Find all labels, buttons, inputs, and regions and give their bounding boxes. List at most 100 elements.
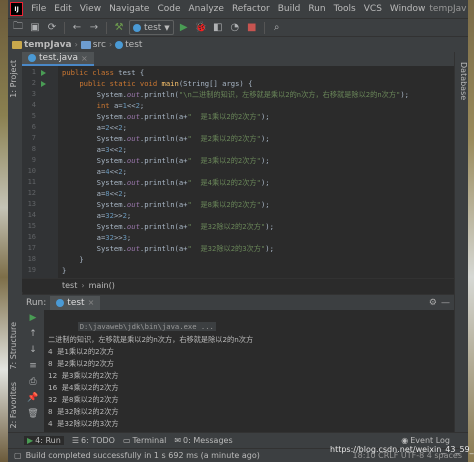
menu-run[interactable]: Run [304,4,329,14]
editor-gutter: 1 2 3 4 5 6 7 8 9 10 11 12 13 14 15 16 17 18 19 [22,66,58,278]
code-token: out [126,134,140,143]
console-line: 12 是3乘以2的2次方 [48,371,119,380]
line-number: 8 [31,145,36,153]
pin-icon[interactable]: 📌 [27,392,39,404]
status-message[interactable]: Build completed successfully in 1 s 692 … [26,451,260,460]
rerun-icon[interactable]: ▶ [27,312,39,324]
menu-vcs[interactable]: VCS [360,4,386,14]
debug-icon[interactable]: 🐞 [194,21,208,35]
minimize-icon[interactable]: — [441,298,450,308]
code-token: a= [62,211,106,220]
menu-tools[interactable]: Tools [330,4,360,14]
tab-project[interactable]: 1: Project [9,60,21,98]
code-token: " 是3乘以2的2次方" [187,156,261,165]
console-line: 32 是8乘以2的2次方 [48,395,119,404]
console-line: 4 是1乘以2的2次方 [48,347,114,356]
scroll-down-icon[interactable]: ↓ [27,344,39,356]
code-editor[interactable]: 1 2 3 4 5 6 7 8 9 10 11 12 13 14 15 16 17 18 19 public cla… [22,66,454,278]
code-line: public static void main(String[] args) { [62,79,252,88]
build-status-icon: ▢ [14,451,22,460]
java-class-icon [115,40,124,49]
menu-code[interactable]: Code [153,4,184,14]
breadcrumb-project[interactable]: tempJava [12,40,72,50]
terminal-icon: ▭ [122,436,131,445]
intellij-logo-icon[interactable]: IJ [10,2,24,16]
editor-tab-test-java[interactable]: test.java × [22,52,94,66]
run-gutter-icon[interactable] [41,81,46,87]
scroll-up-icon[interactable]: ↑ [27,328,39,340]
menu-view[interactable]: View [76,4,105,14]
code-token: ; [122,167,127,176]
menu-build[interactable]: Build [274,4,305,14]
menu-edit[interactable]: Edit [50,4,75,14]
menu-window[interactable]: Window [386,4,430,14]
editor-crumb-class[interactable]: test [62,281,77,290]
toolbar-divider [64,21,65,34]
code-line: a=32>>2; [62,211,132,220]
code-token: "\n二进制的知识，左移就是乘以2的n次方，右移就是除以2的n次方" [178,90,401,99]
code-token: System. [62,90,127,99]
code-token: out [126,200,140,209]
trash-icon[interactable]: 🗑 [27,408,39,420]
menu-analyze[interactable]: Analyze [184,4,227,14]
messages-icon: ✉ [174,436,182,445]
code-token: " 是1乘以2的2次方" [187,112,261,121]
gear-icon[interactable]: ⚙ [429,298,437,308]
close-icon[interactable]: × [88,298,95,307]
search-icon[interactable]: ⌕ [270,21,284,35]
toolbar-divider [106,21,107,34]
breadcrumb-src[interactable]: src [80,40,106,50]
code-token: test { [118,68,145,77]
menu-navigate[interactable]: Navigate [105,4,153,14]
menu-refactor[interactable]: Refactor [228,4,274,14]
run-config-select[interactable]: test ▼ [129,20,174,35]
code-token: " 是32除以2的2次方" [187,222,266,231]
build-hammer-icon[interactable]: ⚒ [112,21,126,35]
line-number: 19 [27,266,36,274]
console-output[interactable]: D:\javaweb\jdk\bin\java.exe ... 二进制的知识，左… [44,310,454,432]
run-tab-label: test [67,297,85,308]
code-token: public static void [79,79,162,88]
run-tab-test[interactable]: test × [50,295,101,310]
close-icon[interactable]: × [81,54,88,63]
tool-event-log[interactable]: ◉ Event Log [401,436,450,445]
code-line: a=2<<2; [62,123,127,132]
run-icon: ▶ [27,436,34,445]
run-gutter-icon[interactable] [41,70,46,76]
tool-run[interactable]: ▶ 4: Run [24,436,64,445]
code-token: ; [122,123,127,132]
stop-icon[interactable]: ■ [245,21,259,35]
tab-favorites[interactable]: 2: Favorites [9,382,21,428]
tab-database[interactable]: Database [456,62,468,100]
code-token: out [126,222,140,231]
code-token: .println(a+ [139,222,188,231]
tab-structure[interactable]: 7: Structure [9,322,21,370]
code-token: 32 [105,211,114,220]
event-log-label: Event Log [410,436,450,445]
editor-crumb-method[interactable]: main() [89,281,115,290]
open-folder-icon[interactable]: 🗀 [11,21,25,35]
line-number: 6 [31,123,36,131]
tool-todo[interactable]: ☰ 6: TODO [72,436,115,445]
tool-messages[interactable]: ✉ 0: Messages [174,436,232,445]
breadcrumb-file[interactable]: test [115,40,142,50]
code-token: ; [139,101,145,110]
run-icon[interactable]: ▶ [177,21,191,35]
print-icon[interactable]: ⎙ [27,376,39,388]
code-token: ); [260,178,270,187]
save-all-icon[interactable]: ▣ [28,21,42,35]
console-line: 16 是4乘以2的2次方 [48,383,119,392]
chevron-down-icon: ▼ [164,23,170,32]
tool-terminal[interactable]: ▭ Terminal [123,436,166,445]
back-arrow-icon[interactable]: ← [70,21,84,35]
sync-icon[interactable]: ⟳ [45,21,59,35]
code-token: main [161,79,179,88]
code-token: " 是32除以2的3次方" [187,244,266,253]
coverage-icon[interactable]: ◧ [211,21,225,35]
soft-wrap-icon[interactable]: ≡ [27,360,39,372]
menu-file[interactable]: File [27,4,50,14]
profile-icon[interactable]: ◔ [228,21,242,35]
folder-icon [80,40,91,49]
code-token: " 是2乘以2的2次方" [187,134,261,143]
forward-arrow-icon[interactable]: → [87,21,101,35]
